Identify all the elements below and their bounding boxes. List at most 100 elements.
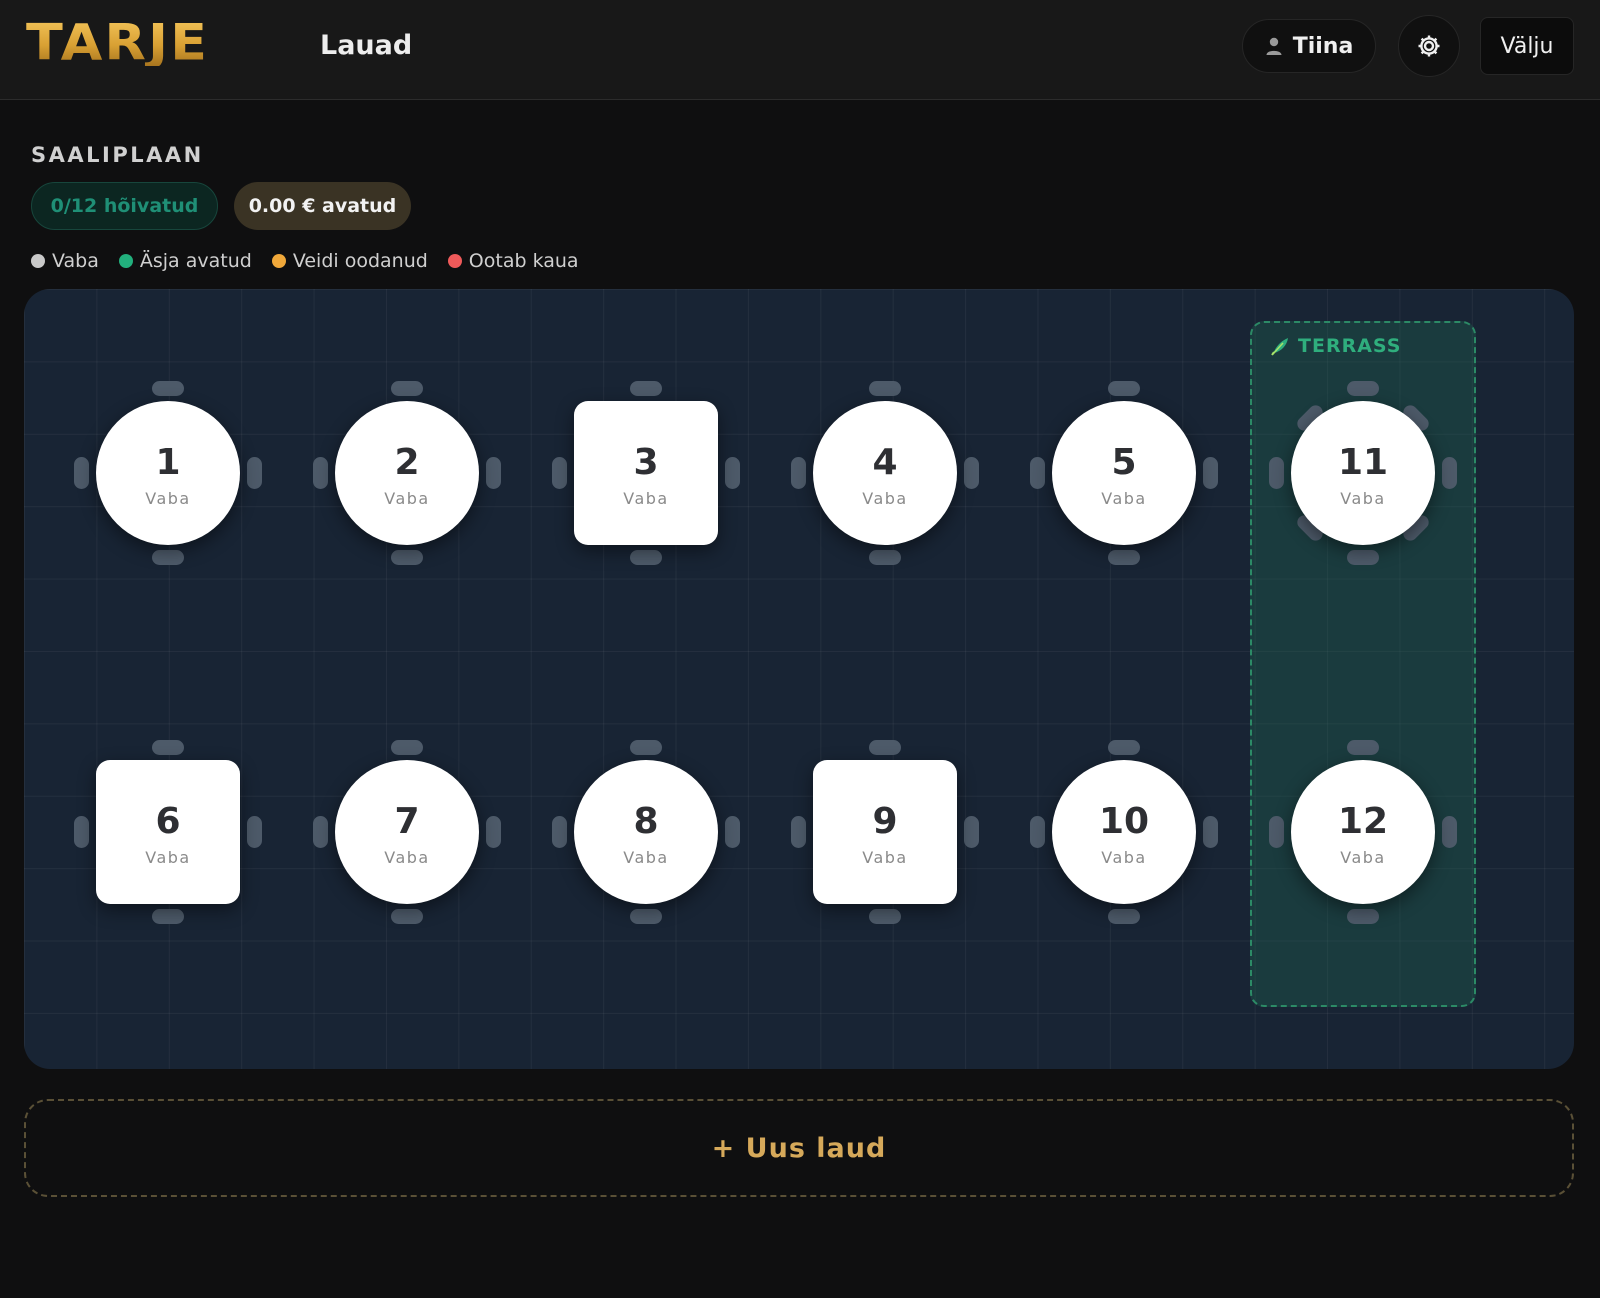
user-icon	[1266, 37, 1282, 55]
table-status: Vaba	[623, 488, 669, 508]
table-top: 3 Vaba	[574, 401, 718, 545]
table-1[interactable]: 1 Vaba	[74, 381, 262, 565]
chair	[74, 816, 89, 848]
chair	[391, 381, 423, 396]
table-11[interactable]: 11 Vaba	[1269, 381, 1457, 565]
gear-icon	[1418, 35, 1440, 57]
chair	[630, 909, 662, 924]
user-name: Tiina	[1292, 33, 1354, 59]
table-status: Vaba	[145, 847, 191, 867]
chair	[1203, 457, 1218, 489]
legend-item-waiting-long: Ootab kaua	[447, 250, 579, 272]
table-top: 1 Vaba	[96, 401, 240, 545]
chair	[552, 816, 567, 848]
chair	[486, 457, 501, 489]
table-number: 11	[1337, 441, 1389, 483]
table-number: 12	[1337, 800, 1389, 842]
table-9[interactable]: 9 Vaba	[791, 740, 979, 924]
chair	[964, 457, 979, 489]
chair	[869, 909, 901, 924]
table-3[interactable]: 3 Vaba	[552, 381, 740, 565]
chair	[552, 457, 567, 489]
chair	[869, 740, 901, 755]
legend-item-just-opened: Äsja avatud	[118, 250, 252, 272]
table-2[interactable]: 2 Vaba	[313, 381, 501, 565]
chair	[1442, 816, 1457, 848]
page-title: Lauad	[320, 30, 413, 61]
chair	[391, 740, 423, 755]
chair	[1269, 457, 1284, 489]
table-number: 8	[633, 800, 659, 842]
chair	[725, 457, 740, 489]
legend-item-free: Vaba	[31, 250, 99, 272]
table-top: 6 Vaba	[96, 760, 240, 904]
exit-button[interactable]: Välju	[1480, 17, 1574, 75]
legend-dot-waited-a-bit	[271, 254, 286, 268]
table-top: 9 Vaba	[813, 760, 957, 904]
add-table-button[interactable]: + Uus laud	[24, 1099, 1574, 1197]
chair	[152, 550, 184, 565]
chair	[1108, 909, 1140, 924]
chair	[152, 381, 184, 396]
chair	[1347, 740, 1379, 755]
chair	[630, 740, 662, 755]
app-header: TARJE Lauad Tiina Välju	[0, 0, 1600, 100]
chair	[247, 457, 262, 489]
table-number: 4	[872, 441, 898, 483]
legend-label: Veidi oodanud	[292, 250, 428, 272]
open-total-stat-badge: 0.00 € avatud	[234, 182, 411, 230]
chair	[869, 550, 901, 565]
tarje-logo[interactable]: TARJE	[26, 18, 209, 68]
table-top: 7 Vaba	[335, 760, 479, 904]
table-8[interactable]: 8 Vaba	[552, 740, 740, 924]
table-number: 2	[394, 441, 420, 483]
table-5[interactable]: 5 Vaba	[1030, 381, 1218, 565]
chair	[1347, 381, 1379, 396]
chair	[1108, 550, 1140, 565]
table-number: 6	[155, 800, 181, 842]
legend-label: Ootab kaua	[468, 250, 579, 272]
table-number: 1	[155, 441, 181, 483]
chair	[74, 457, 89, 489]
table-7[interactable]: 7 Vaba	[313, 740, 501, 924]
chair	[630, 550, 662, 565]
settings-button[interactable]	[1398, 15, 1460, 77]
table-number: 3	[633, 441, 659, 483]
chair	[1269, 816, 1284, 848]
table-status: Vaba	[1101, 847, 1147, 867]
table-number: 5	[1111, 441, 1137, 483]
chair	[869, 381, 901, 396]
chair	[313, 457, 328, 489]
chair	[791, 816, 806, 848]
chair	[725, 816, 740, 848]
occupied-stat-badge: 0/12 hõivatud	[31, 182, 218, 230]
table-6[interactable]: 6 Vaba	[74, 740, 262, 924]
table-top: 11 Vaba	[1291, 401, 1435, 545]
table-number: 7	[394, 800, 420, 842]
section-title: SAALIPLAAN	[31, 143, 204, 167]
table-number: 9	[872, 800, 898, 842]
table-4[interactable]: 4 Vaba	[791, 381, 979, 565]
chair	[1347, 550, 1379, 565]
chair	[1108, 740, 1140, 755]
table-12[interactable]: 12 Vaba	[1269, 740, 1457, 924]
legend-dot-just-opened	[118, 254, 133, 268]
table-top: 10 Vaba	[1052, 760, 1196, 904]
table-status: Vaba	[862, 847, 908, 867]
table-status: Vaba	[862, 488, 908, 508]
chair	[391, 550, 423, 565]
chair	[391, 909, 423, 924]
chair	[1442, 457, 1457, 489]
chair	[1030, 457, 1045, 489]
table-number: 10	[1098, 800, 1150, 842]
legend-dot-waiting-long	[447, 254, 462, 268]
terrace-label-text: TERRASS	[1298, 335, 1402, 357]
legend-label: Äsja avatud	[139, 250, 252, 272]
legend-item-waited-a-bit: Veidi oodanud	[271, 250, 428, 272]
table-top: 4 Vaba	[813, 401, 957, 545]
table-10[interactable]: 10 Vaba	[1030, 740, 1218, 924]
table-top: 8 Vaba	[574, 760, 718, 904]
user-chip[interactable]: Tiina	[1242, 19, 1376, 73]
chair	[152, 740, 184, 755]
status-legend: Vaba Äsja avatud Veidi oodanud Ootab kau…	[31, 248, 579, 274]
